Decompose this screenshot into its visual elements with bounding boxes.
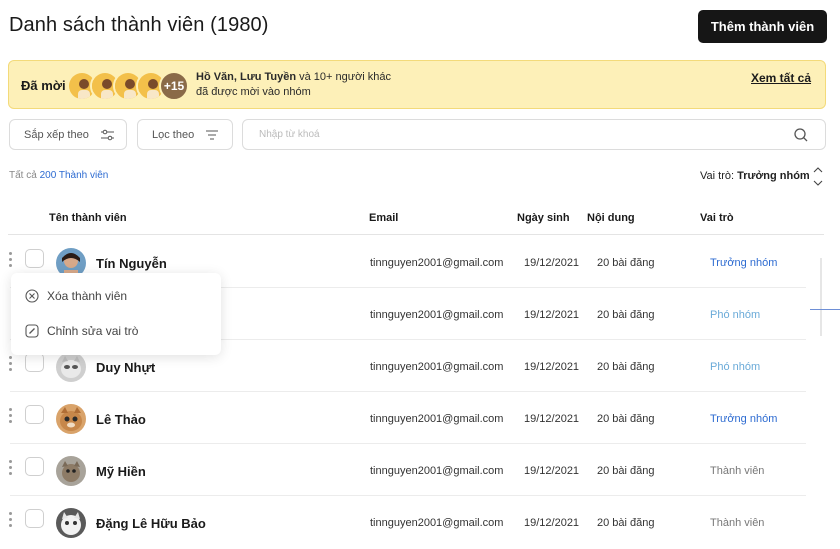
all-label: Tất cả	[9, 170, 37, 181]
member-role[interactable]: Phó nhóm	[710, 361, 760, 373]
member-role[interactable]: Phó nhóm	[710, 309, 760, 321]
member-content: 20 bài đăng	[597, 517, 655, 529]
avatar	[56, 352, 86, 382]
member-name: Tín Nguyễn	[96, 256, 167, 271]
member-dob: 19/12/2021	[524, 413, 580, 425]
row-checkbox[interactable]	[25, 353, 44, 372]
invited-more-badge[interactable]: +15	[159, 71, 189, 101]
row-checkbox[interactable]	[25, 249, 44, 268]
member-count-link[interactable]: 200 Thành viên	[40, 170, 109, 181]
member-dob: 19/12/2021	[524, 517, 580, 529]
member-content: 20 bài đăng	[597, 361, 655, 373]
row-context-menu: Xóa thành viên Chỉnh sửa vai trò	[11, 273, 221, 355]
filter-icon	[206, 130, 218, 140]
member-content: 20 bài đăng	[597, 465, 655, 477]
invited-label: Đã mời	[21, 78, 66, 93]
column-header-name[interactable]: Tên thành viên	[49, 212, 127, 224]
page-title: Danh sách thành viên (1980)	[9, 14, 269, 36]
member-content: 20 bài đăng	[597, 309, 655, 321]
header-divider	[8, 234, 824, 235]
member-content: 20 bài đăng	[597, 413, 655, 425]
member-dob: 19/12/2021	[524, 465, 580, 477]
drag-handle-icon[interactable]	[9, 512, 14, 528]
see-all-link[interactable]: Xem tất cả	[751, 71, 811, 85]
search-input[interactable]: Nhập từ khoá	[242, 119, 826, 150]
filter-label: Lọc theo	[152, 128, 195, 141]
remove-member-menu-item[interactable]: Xóa thành viên	[25, 286, 127, 306]
member-email: tinnguyen2001@gmail.com	[370, 413, 504, 425]
row-checkbox[interactable]	[25, 509, 44, 528]
avatar	[56, 404, 86, 434]
member-content: 20 bài đăng	[597, 257, 655, 269]
column-header-content[interactable]: Nội dung	[587, 212, 635, 224]
close-circle-icon	[25, 289, 39, 303]
table-row[interactable]: Đặng Lê Hữu Bảo tinnguyen2001@gmail.com …	[0, 496, 840, 548]
member-dob: 19/12/2021	[524, 309, 580, 321]
sort-button[interactable]: Sắp xếp theo	[9, 119, 127, 150]
member-role[interactable]: Thành viên	[710, 517, 764, 529]
role-sort-label: Vai trò:	[700, 170, 735, 182]
drag-handle-icon[interactable]	[9, 460, 14, 476]
drag-handle-icon[interactable]	[9, 408, 14, 424]
member-name: Duy Nhựt	[96, 360, 156, 375]
column-header-dob[interactable]: Ngày sinh	[517, 212, 570, 224]
member-dob: 19/12/2021	[524, 361, 580, 373]
sliders-icon	[101, 129, 114, 141]
edit-role-menu-item[interactable]: Chỉnh sửa vai trò	[25, 321, 138, 341]
invited-banner: Đã mời +15 Hồ Văn, Lưu Tuyền và 10+ ngườ…	[8, 60, 826, 109]
avatar	[56, 508, 86, 538]
member-name: Đặng Lê Hữu Bảo	[96, 516, 206, 531]
member-name: Mỹ Hiền	[96, 464, 146, 479]
member-email: tinnguyen2001@gmail.com	[370, 309, 504, 321]
row-checkbox[interactable]	[25, 405, 44, 424]
member-role[interactable]: Trưởng nhóm	[710, 257, 777, 269]
drag-handle-icon[interactable]	[9, 252, 14, 268]
filter-button[interactable]: Lọc theo	[137, 119, 233, 150]
avatar	[56, 456, 86, 486]
member-role[interactable]: Thành viên	[710, 465, 764, 477]
column-header-role[interactable]: Vai trò	[700, 212, 734, 224]
search-placeholder: Nhập từ khoá	[259, 129, 320, 140]
member-name: Lê Thảo	[96, 412, 146, 427]
member-email: tinnguyen2001@gmail.com	[370, 517, 504, 529]
member-role[interactable]: Trưởng nhóm	[710, 413, 777, 425]
member-email: tinnguyen2001@gmail.com	[370, 257, 504, 269]
column-header-email[interactable]: Email	[369, 212, 398, 224]
role-sort-control[interactable]: Vai trò: Trưởng nhóm	[700, 170, 810, 182]
member-email: tinnguyen2001@gmail.com	[370, 361, 504, 373]
role-sort-value: Trưởng nhóm	[737, 170, 810, 182]
edit-icon	[25, 324, 39, 338]
add-member-button[interactable]: Thêm thành viên	[698, 10, 827, 43]
member-email: tinnguyen2001@gmail.com	[370, 465, 504, 477]
remove-member-label: Xóa thành viên	[47, 289, 128, 303]
sort-label: Sắp xếp theo	[24, 128, 89, 141]
invited-description: Hồ Văn, Lưu Tuyền và 10+ người khác đã đ…	[196, 70, 396, 100]
row-checkbox[interactable]	[25, 457, 44, 476]
drag-handle-icon[interactable]	[9, 356, 14, 372]
invited-names: Hồ Văn, Lưu Tuyền	[196, 71, 297, 83]
member-count: Tất cả 200 Thành viên	[9, 170, 108, 181]
member-dob: 19/12/2021	[524, 257, 580, 269]
edit-role-label: Chỉnh sửa vai trò	[47, 324, 139, 338]
search-icon[interactable]	[794, 128, 808, 142]
table-row[interactable]: Mỹ Hiền tinnguyen2001@gmail.com 19/12/20…	[0, 444, 840, 496]
sort-arrows-icon[interactable]	[813, 166, 823, 188]
table-row[interactable]: Lê Thảo tinnguyen2001@gmail.com 19/12/20…	[0, 392, 840, 444]
